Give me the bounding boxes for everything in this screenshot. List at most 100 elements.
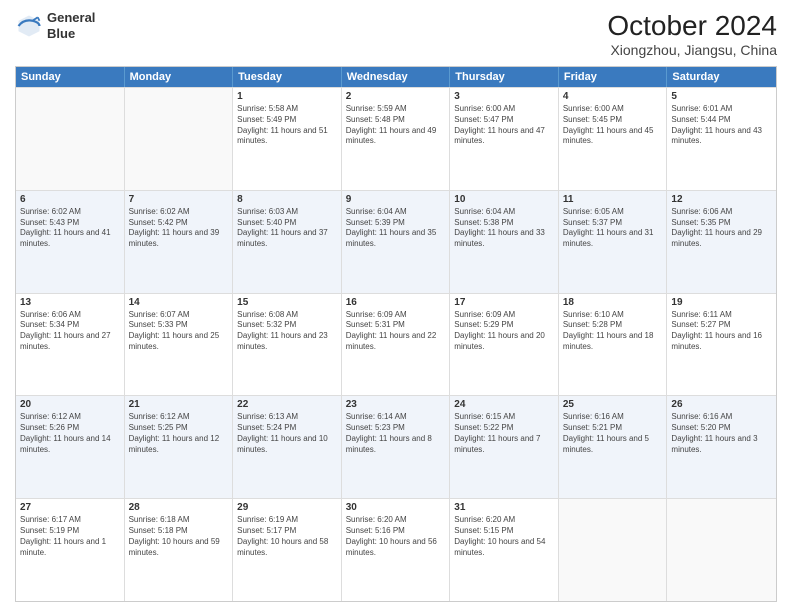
day-cell-1: 1 Sunrise: 5:58 AM Sunset: 5:49 PM Daylig… [233,88,342,190]
day-number: 18 [563,297,663,308]
header-day-saturday: Saturday [667,67,776,87]
day-cell-25: 25Sunrise: 6:16 AM Sunset: 5:21 PM Dayli… [559,396,668,498]
day-cell-3: 3Sunrise: 6:00 AM Sunset: 5:47 PM Daylig… [450,88,559,190]
day-cell-9: 9Sunrise: 6:04 AM Sunset: 5:39 PM Daylig… [342,191,451,293]
day-number: 22 [237,399,337,410]
day-cell-10: 10Sunrise: 6:04 AM Sunset: 5:38 PM Dayli… [450,191,559,293]
day-info: Sunrise: 6:19 AM Sunset: 5:17 PM Dayligh… [237,515,337,558]
day-number: 7 [129,194,229,205]
header-day-sunday: Sunday [16,67,125,87]
day-number: 11 [563,194,663,205]
day-cell-6: 6Sunrise: 6:02 AM Sunset: 5:43 PM Daylig… [16,191,125,293]
day-info: Sunrise: 6:14 AM Sunset: 5:23 PM Dayligh… [346,412,446,455]
day-info: Sunrise: 6:17 AM Sunset: 5:19 PM Dayligh… [20,515,120,558]
day-cell-19: 19 Sunrise: 6:11 AM Sunset: 5:27 PM Dayli… [667,294,776,396]
day-cell-21: 21 Sunrise: 6:12 AM Sunset: 5:25 PM Dayli… [125,396,234,498]
day-number: 30 [346,502,446,513]
day-info: Sunrise: 6:11 AM Sunset: 5:27 PM Dayligh… [671,310,772,353]
day-info: Sunrise: 6:07 AM Sunset: 5:33 PM Dayligh… [129,310,229,353]
title-block: October 2024 Xiongzhou, Jiangsu, China [607,10,777,58]
day-cell-17: 17 Sunrise: 6:09 AM Sunset: 5:29 PM Dayli… [450,294,559,396]
day-cell-27: 27Sunrise: 6:17 AM Sunset: 5:19 PM Dayli… [16,499,125,601]
day-info: Sunrise: 6:18 AM Sunset: 5:18 PM Dayligh… [129,515,229,558]
logo-text: General Blue [47,10,95,41]
day-info: Sunrise: 6:09 AM Sunset: 5:29 PM Dayligh… [454,310,554,353]
day-cell-23: 23 Sunrise: 6:14 AM Sunset: 5:23 PM Dayli… [342,396,451,498]
day-info: Sunrise: 6:12 AM Sunset: 5:25 PM Dayligh… [129,412,229,455]
header-day-friday: Friday [559,67,668,87]
empty-cell [667,499,776,601]
day-cell-4: 4Sunrise: 6:00 AM Sunset: 5:45 PM Daylig… [559,88,668,190]
day-info: Sunrise: 6:02 AM Sunset: 5:42 PM Dayligh… [129,207,229,250]
day-number: 17 [454,297,554,308]
day-cell-24: 24 Sunrise: 6:15 AM Sunset: 5:22 PM Dayli… [450,396,559,498]
empty-cell [559,499,668,601]
calendar-week-3: 13 Sunrise: 6:06 AM Sunset: 5:34 PM Dayli… [16,293,776,396]
day-number: 21 [129,399,229,410]
day-cell-12: 12Sunrise: 6:06 AM Sunset: 5:35 PM Dayli… [667,191,776,293]
day-info: Sunrise: 6:12 AM Sunset: 5:26 PM Dayligh… [20,412,120,455]
day-info: Sunrise: 6:16 AM Sunset: 5:20 PM Dayligh… [671,412,772,455]
day-number: 5 [671,91,772,102]
calendar-body: 1 Sunrise: 5:58 AM Sunset: 5:49 PM Daylig… [16,87,776,601]
day-cell-8: 8 Sunrise: 6:03 AM Sunset: 5:40 PM Daylig… [233,191,342,293]
day-info: Sunrise: 6:10 AM Sunset: 5:28 PM Dayligh… [563,310,663,353]
day-number: 13 [20,297,120,308]
calendar-header: SundayMondayTuesdayWednesdayThursdayFrid… [16,67,776,87]
day-number: 20 [20,399,120,410]
day-cell-7: 7 Sunrise: 6:02 AM Sunset: 5:42 PM Daylig… [125,191,234,293]
day-number: 29 [237,502,337,513]
logo: General Blue [15,10,95,41]
day-info: Sunrise: 6:05 AM Sunset: 5:37 PM Dayligh… [563,207,663,250]
day-cell-15: 15 Sunrise: 6:08 AM Sunset: 5:32 PM Dayli… [233,294,342,396]
day-cell-29: 29 Sunrise: 6:19 AM Sunset: 5:17 PM Dayli… [233,499,342,601]
calendar-week-2: 6Sunrise: 6:02 AM Sunset: 5:43 PM Daylig… [16,190,776,293]
day-info: Sunrise: 5:58 AM Sunset: 5:49 PM Dayligh… [237,104,337,147]
logo-line1: General [47,10,95,26]
empty-cell [16,88,125,190]
day-cell-30: 30 Sunrise: 6:20 AM Sunset: 5:16 PM Dayli… [342,499,451,601]
day-info: Sunrise: 6:08 AM Sunset: 5:32 PM Dayligh… [237,310,337,353]
day-number: 26 [671,399,772,410]
day-number: 24 [454,399,554,410]
day-info: Sunrise: 6:20 AM Sunset: 5:16 PM Dayligh… [346,515,446,558]
day-info: Sunrise: 6:06 AM Sunset: 5:35 PM Dayligh… [671,207,772,250]
day-info: Sunrise: 6:04 AM Sunset: 5:38 PM Dayligh… [454,207,554,250]
day-info: Sunrise: 6:06 AM Sunset: 5:34 PM Dayligh… [20,310,120,353]
day-number: 31 [454,502,554,513]
day-cell-5: 5 Sunrise: 6:01 AM Sunset: 5:44 PM Daylig… [667,88,776,190]
day-number: 16 [346,297,446,308]
day-cell-14: 14 Sunrise: 6:07 AM Sunset: 5:33 PM Dayli… [125,294,234,396]
day-info: Sunrise: 6:09 AM Sunset: 5:31 PM Dayligh… [346,310,446,353]
day-number: 14 [129,297,229,308]
day-info: Sunrise: 6:15 AM Sunset: 5:22 PM Dayligh… [454,412,554,455]
day-number: 23 [346,399,446,410]
logo-icon [15,12,43,40]
day-info: Sunrise: 6:03 AM Sunset: 5:40 PM Dayligh… [237,207,337,250]
day-number: 15 [237,297,337,308]
calendar-subtitle: Xiongzhou, Jiangsu, China [607,42,777,58]
day-number: 1 [237,91,337,102]
day-info: Sunrise: 6:20 AM Sunset: 5:15 PM Dayligh… [454,515,554,558]
empty-cell [125,88,234,190]
calendar-title: October 2024 [607,10,777,42]
calendar: SundayMondayTuesdayWednesdayThursdayFrid… [15,66,777,602]
day-cell-31: 31 Sunrise: 6:20 AM Sunset: 5:15 PM Dayli… [450,499,559,601]
day-cell-13: 13 Sunrise: 6:06 AM Sunset: 5:34 PM Dayli… [16,294,125,396]
calendar-week-1: 1 Sunrise: 5:58 AM Sunset: 5:49 PM Daylig… [16,87,776,190]
logo-line2: Blue [47,26,95,42]
day-number: 19 [671,297,772,308]
day-number: 8 [237,194,337,205]
calendar-week-5: 27Sunrise: 6:17 AM Sunset: 5:19 PM Dayli… [16,498,776,601]
header-day-monday: Monday [125,67,234,87]
day-number: 28 [129,502,229,513]
day-cell-16: 16 Sunrise: 6:09 AM Sunset: 5:31 PM Dayli… [342,294,451,396]
day-number: 2 [346,91,446,102]
day-cell-28: 28 Sunrise: 6:18 AM Sunset: 5:18 PM Dayli… [125,499,234,601]
day-info: Sunrise: 6:01 AM Sunset: 5:44 PM Dayligh… [671,104,772,147]
day-info: Sunrise: 6:16 AM Sunset: 5:21 PM Dayligh… [563,412,663,455]
header-day-wednesday: Wednesday [342,67,451,87]
day-cell-20: 20 Sunrise: 6:12 AM Sunset: 5:26 PM Dayli… [16,396,125,498]
day-cell-2: 2Sunrise: 5:59 AM Sunset: 5:48 PM Daylig… [342,88,451,190]
day-number: 9 [346,194,446,205]
